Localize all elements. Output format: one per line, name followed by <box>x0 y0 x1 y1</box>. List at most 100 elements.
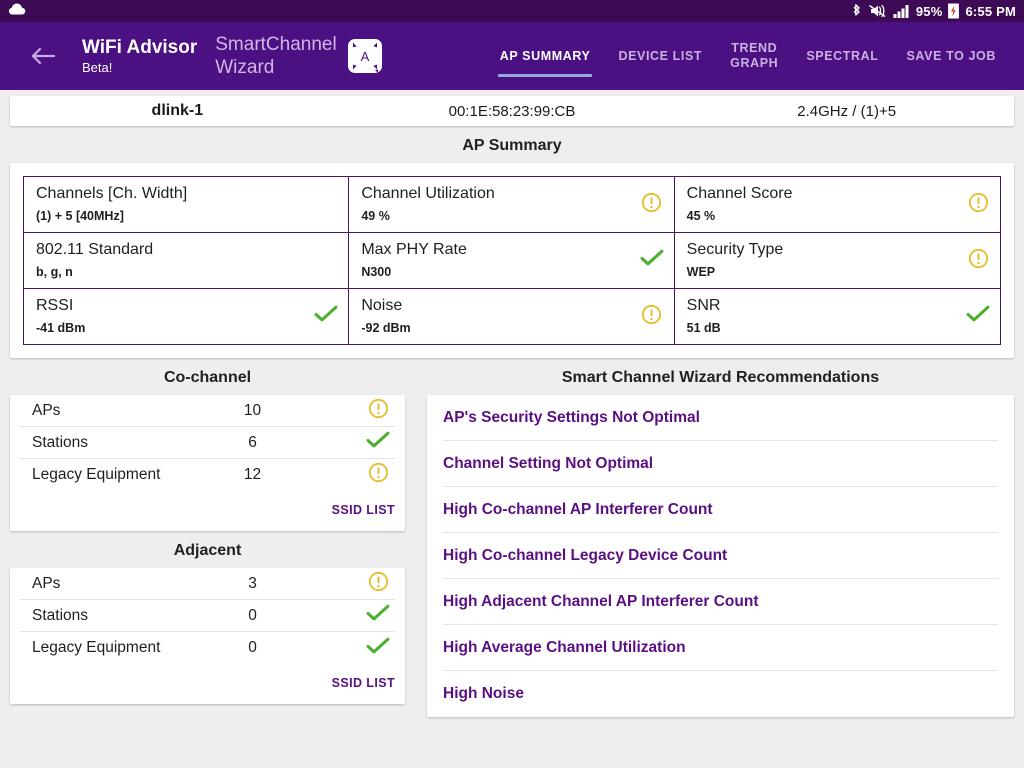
recommendation-item[interactable]: High Noise <box>443 671 998 717</box>
summary-cell-label: Max PHY Rate <box>361 241 467 258</box>
summary-cell: Security Type WEP <box>674 233 1000 289</box>
co-channel-card: APs 10 Stations 6 Legacy Equipment 12 SSID LI… <box>10 395 405 531</box>
check-icon <box>366 604 390 627</box>
check-icon <box>640 249 664 272</box>
recommendation-item[interactable]: High Average Channel Utilization <box>443 625 998 671</box>
summary-cell: SNR 51 dB <box>675 289 1000 344</box>
page-title: WiFi Advisor <box>82 36 198 58</box>
warning-icon <box>641 192 662 218</box>
adjacent-ssid-link-row: SSID LIST <box>20 664 395 698</box>
summary-cell-status <box>314 305 338 329</box>
summary-cell-label: Channel Utilization <box>361 185 495 202</box>
summary-cell: Noise -92 dBm <box>349 289 675 344</box>
summary-cell-label: Noise <box>361 297 403 314</box>
stat-row: Stations 0 <box>20 600 395 632</box>
stat-status <box>361 637 395 660</box>
summary-cell-value: 51 dB <box>686 321 721 335</box>
warning-icon <box>968 248 989 274</box>
summary-cell-status <box>640 192 664 218</box>
recommendation-item[interactable]: Channel Setting Not Optimal <box>443 441 998 487</box>
stat-status <box>361 571 395 597</box>
summary-cell-value: N300 <box>361 265 392 279</box>
stat-row: Stations 6 <box>20 427 395 459</box>
stat-label: Stations <box>32 433 89 451</box>
signal-bars-icon <box>893 4 910 19</box>
adjacent-ssid-list-link[interactable]: SSID LIST <box>332 676 395 690</box>
stat-value: 12 <box>243 466 262 483</box>
summary-cell: Channel Utilization 49 % <box>349 177 675 233</box>
summary-cell: RSSI -41 dBm <box>24 289 350 344</box>
tab-device-list[interactable]: DEVICE LIST <box>604 22 716 90</box>
summary-cell-value: -41 dBm <box>36 321 86 335</box>
summary-cell-label: 802.11 Standard <box>36 241 154 258</box>
smartchannel-wizard-icon[interactable]: A <box>343 34 387 78</box>
summary-cell-value: b, g, n <box>36 265 73 279</box>
summary-cell-value: (1) + 5 [40MHz] <box>36 209 124 223</box>
cloud-icon <box>8 2 26 21</box>
page-content: dlink-1 00:1E:58:23:99:CB 2.4GHz / (1)+5… <box>0 96 1024 717</box>
summary-cell-value: -92 dBm <box>361 321 411 335</box>
status-bar-right: 95% 6:55 PM <box>851 3 1016 19</box>
tab-ap-summary[interactable]: AP SUMMARY <box>486 22 605 90</box>
recommendation-item[interactable]: AP's Security Settings Not Optimal <box>443 395 998 441</box>
summary-cell-label: Channel Score <box>686 185 793 202</box>
recommendation-item[interactable]: High Co-channel AP Interferer Count <box>443 487 998 533</box>
summary-cell-status <box>640 304 664 330</box>
check-icon <box>366 431 390 454</box>
app-title-block: WiFi Advisor Beta! <box>82 37 197 76</box>
warning-icon <box>368 462 389 488</box>
check-icon <box>966 305 990 328</box>
battery-percent-label: 95% <box>915 3 943 19</box>
adjacent-heading: Adjacent <box>173 542 242 559</box>
summary-cell-value: 49 % <box>361 209 390 223</box>
ap-ssid: dlink-1 <box>151 102 204 119</box>
summary-cell-label: Security Type <box>686 241 784 258</box>
back-arrow-icon[interactable] <box>26 39 60 73</box>
summary-cell-label: RSSI <box>36 297 74 314</box>
co-channel-heading: Co-channel <box>163 369 252 386</box>
summary-cell-status <box>966 305 990 329</box>
stat-label: APs <box>32 574 61 592</box>
ap-summary-card: Channels [Ch. Width] (1) + 5 [40MHz] Chann… <box>10 163 1014 358</box>
summary-cell-label: Channels [Ch. Width] <box>36 185 188 202</box>
stat-label: Legacy Equipment <box>32 466 161 483</box>
ap-summary-heading: AP Summary <box>462 137 562 154</box>
wizard-name-label: SmartChannel Wizard <box>215 34 337 78</box>
tab-trend-graph[interactable]: TREND GRAPH <box>716 22 792 90</box>
ap-bssid: 00:1E:58:23:99:CB <box>448 102 576 120</box>
warning-icon <box>641 304 662 330</box>
summary-cell-value: 45 % <box>686 209 716 223</box>
check-icon <box>366 637 390 660</box>
recommendation-item[interactable]: High Adjacent Channel AP Interferer Coun… <box>443 579 998 625</box>
summary-cell-status <box>314 193 338 217</box>
bluetooth-icon <box>851 3 862 19</box>
warning-icon <box>968 192 989 218</box>
clock-label: 6:55 PM <box>965 3 1016 19</box>
battery-charging-icon <box>948 3 960 19</box>
ap-summary-grid: Channels [Ch. Width] (1) + 5 [40MHz] Chann… <box>23 176 1001 345</box>
stat-row: APs 10 <box>20 395 395 427</box>
status-bar-left <box>8 2 26 21</box>
check-icon <box>314 305 338 328</box>
stat-status <box>361 604 395 627</box>
status-bar: 95% 6:55 PM <box>0 0 1024 22</box>
recommendation-item[interactable]: High Co-channel Legacy Device Count <box>443 533 998 579</box>
summary-cell-status <box>640 249 664 273</box>
co-channel-ssid-link-row: SSID LIST <box>20 491 395 525</box>
summary-cell-status <box>314 249 338 273</box>
stat-label: APs <box>32 401 61 419</box>
summary-cell-status <box>966 192 990 218</box>
stat-label: Legacy Equipment <box>32 639 161 656</box>
stat-value: 6 <box>248 433 257 451</box>
ap-info-row[interactable]: dlink-1 00:1E:58:23:99:CB 2.4GHz / (1)+5 <box>10 96 1014 126</box>
wizard-block: SmartChannel Wizard A <box>215 33 387 79</box>
stat-row: Legacy Equipment 0 <box>20 632 395 664</box>
beta-label: Beta! <box>82 59 113 75</box>
tab-spectral[interactable]: SPECTRAL <box>792 22 892 90</box>
co-channel-ssid-list-link[interactable]: SSID LIST <box>332 503 395 517</box>
lower-section: Co-channel APs 10 Stations 6 Legacy Equipmen… <box>0 358 1024 717</box>
mute-vibrate-icon <box>868 3 887 19</box>
tab-save-to-job[interactable]: SAVE TO JOB <box>893 22 1011 90</box>
stat-row: APs 3 <box>20 568 395 600</box>
recommendations-heading: Smart Channel Wizard Recommendations <box>561 369 880 386</box>
